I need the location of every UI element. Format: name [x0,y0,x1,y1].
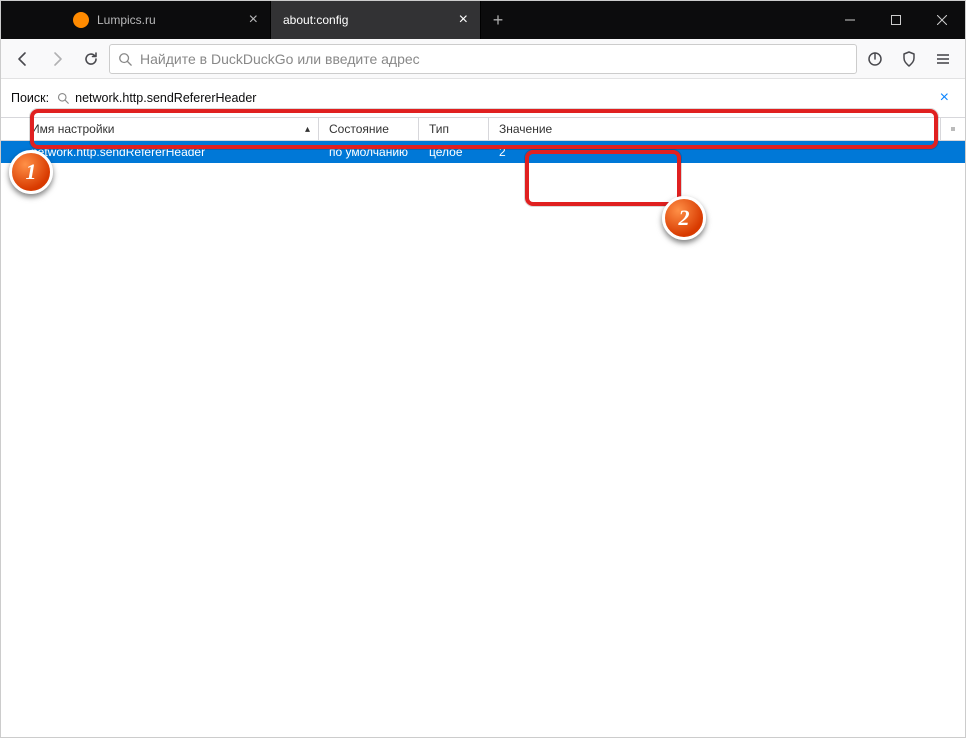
back-button[interactable] [7,43,39,75]
column-type[interactable]: Тип [419,118,489,140]
tab-about-config[interactable]: about:config × [271,1,481,39]
search-icon [118,52,132,66]
column-picker[interactable] [941,118,965,140]
tab-title: about:config [283,13,451,27]
maximize-button[interactable] [873,1,919,39]
cell-name: network.http.sendRefererHeader [1,145,319,159]
tabstrip: Lumpics.ru × about:config × + [1,1,827,39]
config-table-header: Имя настройки Состояние Тип Значение [1,117,965,141]
nav-toolbar: Найдите в DuckDuckGo или введите адрес [1,39,965,79]
cell-value: 2 [489,145,965,159]
window-controls [827,1,965,39]
config-table-body: network.http.sendRefererHeader по умолча… [1,141,965,737]
config-search-bar: Поиск: network.http.sendRefererHeader × [1,79,965,117]
cell-state: по умолчанию [319,145,419,159]
search-icon [57,92,69,104]
forward-button[interactable] [41,43,73,75]
clear-search-icon[interactable]: × [934,89,955,107]
close-icon[interactable]: × [249,12,258,28]
tab-title: Lumpics.ru [97,13,241,27]
tab-favicon [73,12,89,28]
new-tab-button[interactable]: + [481,1,515,39]
reader-button[interactable] [859,43,891,75]
column-name[interactable]: Имя настройки [1,118,319,140]
shield-button[interactable] [893,43,925,75]
tab-lumpics[interactable]: Lumpics.ru × [61,1,271,39]
titlebar: Lumpics.ru × about:config × + [1,1,965,39]
column-value-label: Значение [499,122,552,136]
column-state-label: Состояние [329,122,389,136]
table-row[interactable]: network.http.sendRefererHeader по умолча… [1,141,965,163]
search-value: network.http.sendRefererHeader [75,91,256,105]
reload-button[interactable] [75,43,107,75]
url-bar[interactable]: Найдите в DuckDuckGo или введите адрес [109,44,857,74]
menu-button[interactable] [927,43,959,75]
config-search-input[interactable]: network.http.sendRefererHeader [57,91,926,105]
column-type-label: Тип [429,122,449,136]
cell-type: целое [419,145,489,159]
close-window-button[interactable] [919,1,965,39]
column-name-label: Имя настройки [31,122,115,136]
close-icon[interactable]: × [459,12,468,28]
browser-window: Lumpics.ru × about:config × + [0,0,966,738]
url-placeholder: Найдите в DuckDuckGo или введите адрес [140,51,848,67]
search-label: Поиск: [11,91,49,105]
column-state[interactable]: Состояние [319,118,419,140]
minimize-button[interactable] [827,1,873,39]
column-value[interactable]: Значение [489,118,941,140]
